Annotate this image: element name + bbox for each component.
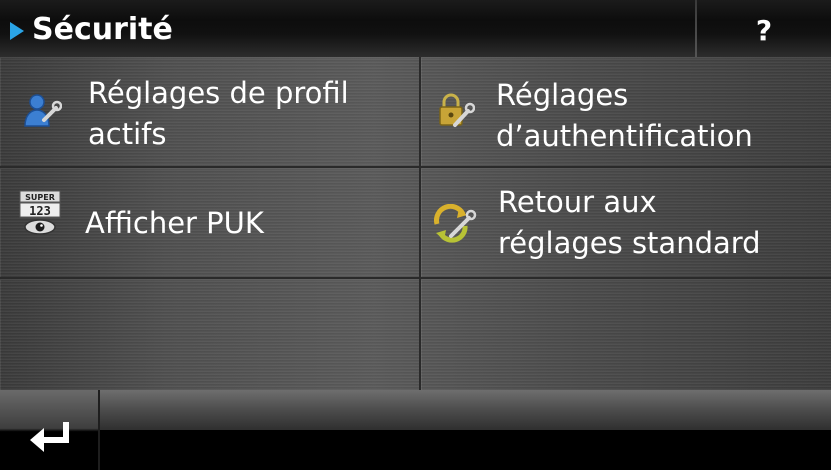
help-button[interactable]: ? — [697, 0, 831, 57]
auth-settings-button[interactable]: Réglages d’authentification — [421, 57, 831, 168]
security-screen: Sécurité ? Réglages de profil actifs Rég… — [0, 0, 831, 470]
show-puk-button[interactable]: SUPER 123 Afficher PUK — [0, 168, 421, 279]
profile-settings-label-line2: actifs — [88, 117, 167, 151]
puk-icon-text-top: SUPER — [25, 193, 55, 202]
back-arrow-icon — [30, 422, 69, 452]
reset-defaults-button[interactable]: Retour aux réglages standard — [421, 168, 831, 279]
puk-code-icon: SUPER 123 — [19, 190, 61, 235]
back-button[interactable] — [0, 390, 98, 470]
profile-settings-label-line1: Réglages de profil — [88, 76, 349, 110]
reset-wrench-icon — [434, 204, 477, 243]
show-puk-label: Afficher PUK — [85, 206, 264, 240]
auth-settings-label-line1: Réglages — [496, 78, 629, 112]
profile-settings-button[interactable]: Réglages de profil actifs — [0, 57, 421, 168]
user-wrench-icon — [24, 94, 62, 127]
page-title: Sécurité — [32, 12, 173, 47]
empty-cell-right — [421, 279, 831, 390]
menu-grid: Réglages de profil actifs Réglages d’aut… — [0, 57, 831, 390]
lock-wrench-icon — [439, 93, 475, 127]
bottom-bar-strip — [100, 390, 831, 430]
bottom-bar — [0, 390, 831, 470]
title-bar: Sécurité ? — [0, 0, 831, 57]
auth-settings-label-line2: d’authentification — [496, 119, 753, 153]
reset-defaults-label-line2: réglages standard — [498, 226, 761, 260]
title-arrow-icon — [10, 22, 24, 40]
reset-defaults-label-line1: Retour aux — [498, 185, 657, 219]
puk-icon-text-bottom: 123 — [29, 204, 51, 218]
empty-cell-left — [0, 279, 421, 390]
